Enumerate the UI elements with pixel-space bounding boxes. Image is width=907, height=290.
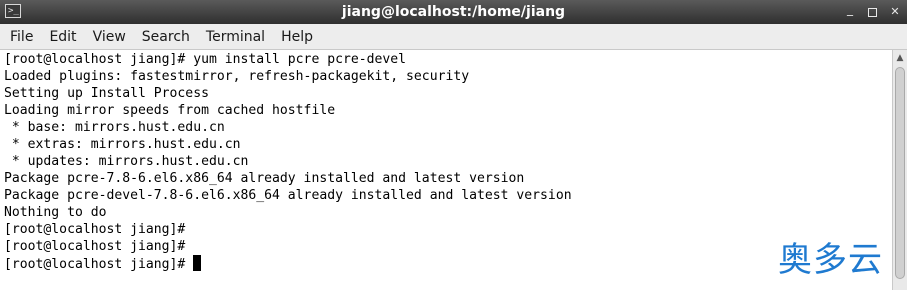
terminal-window: >_ jiang@localhost:/home/jiang _ ✕ File …	[0, 0, 907, 290]
menu-edit[interactable]: Edit	[41, 24, 84, 50]
terminal-line: [root@localhost jiang]#	[4, 239, 186, 254]
menu-file[interactable]: File	[2, 24, 41, 50]
terminal-output[interactable]: [root@localhost jiang]# yum install pcre…	[0, 50, 892, 290]
text-cursor	[193, 255, 202, 271]
terminal-line: * updates: mirrors.hust.edu.cn	[4, 154, 249, 169]
menu-view[interactable]: View	[85, 24, 134, 50]
window-title: jiang@localhost:/home/jiang	[341, 4, 566, 20]
terminal-line: Loaded plugins: fastestmirror, refresh-p…	[4, 69, 470, 84]
minimize-button[interactable]: _	[844, 3, 856, 19]
terminal-line: Setting up Install Process	[4, 86, 209, 101]
terminal-line: Loading mirror speeds from cached hostfi…	[4, 103, 336, 118]
window-controls: _ ✕	[844, 0, 901, 24]
terminal-line: Nothing to do	[4, 205, 107, 220]
terminal-line: Package pcre-7.8-6.el6.x86_64 already in…	[4, 171, 525, 186]
terminal-line: [root@localhost jiang]#	[4, 222, 186, 237]
menu-help[interactable]: Help	[273, 24, 321, 50]
scroll-up-arrow-icon[interactable]: ▲	[893, 50, 907, 66]
terminal-line: * extras: mirrors.hust.edu.cn	[4, 137, 241, 152]
title-bar[interactable]: >_ jiang@localhost:/home/jiang _ ✕	[0, 0, 907, 24]
watermark-logo: 奥多云	[778, 240, 883, 280]
terminal-prompt: [root@localhost jiang]#	[4, 257, 194, 272]
menu-search[interactable]: Search	[134, 24, 198, 50]
terminal-line: [root@localhost jiang]# yum install pcre…	[4, 52, 407, 67]
terminal-prompt-line[interactable]: [root@localhost jiang]#	[4, 255, 892, 272]
terminal-line: Package pcre-devel-7.8-6.el6.x86_64 alre…	[4, 188, 572, 203]
maximize-button[interactable]	[868, 7, 877, 17]
menu-bar: File Edit View Search Terminal Help	[0, 24, 907, 50]
menu-terminal[interactable]: Terminal	[198, 24, 273, 50]
terminal-line: * base: mirrors.hust.edu.cn	[4, 120, 225, 135]
close-button[interactable]: ✕	[889, 5, 901, 19]
